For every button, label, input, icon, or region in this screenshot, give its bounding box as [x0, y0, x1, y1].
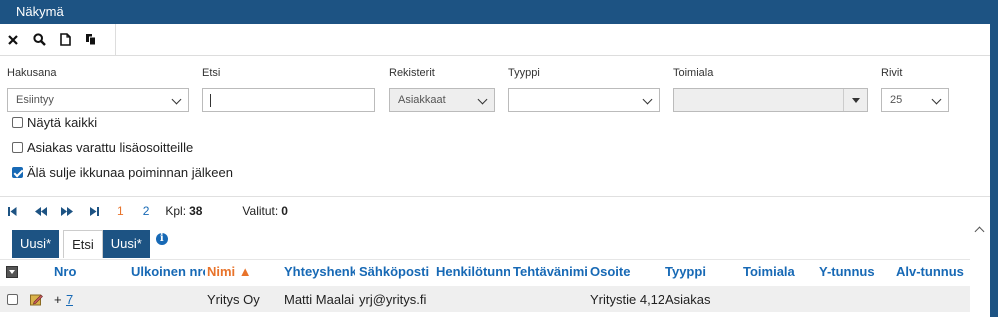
rivit-select[interactable]: 25	[881, 88, 949, 112]
column-header-sahkoposti[interactable]: Sähköposti	[359, 262, 433, 282]
column-header-y-tunnus[interactable]: Y-tunnus	[819, 262, 889, 282]
tyyppi-label: Tyyppi	[508, 67, 540, 79]
column-header-alv-tunnus[interactable]: Alv-tunnus	[896, 262, 970, 282]
reserved-label: Asiakas varattu lisäosoitteille	[27, 139, 194, 155]
toimiala-select[interactable]	[673, 88, 868, 112]
rekisterit-select[interactable]: Asiakkaat	[389, 88, 495, 112]
page-2-link[interactable]: 2	[143, 204, 150, 218]
toolbar-divider	[116, 55, 990, 56]
checkbox-box[interactable]	[12, 141, 23, 153]
column-header-yhteyshenkilo[interactable]: Yhteyshenkilö	[284, 262, 355, 282]
cell-osoite: Yritystie 4,12	[590, 292, 664, 307]
column-header-nro[interactable]: Nro	[54, 262, 94, 282]
checkbox-box[interactable]	[12, 116, 23, 128]
column-header-henkilotunnus[interactable]: Henkilötunnus	[436, 262, 510, 282]
keep-open-label: Älä sulje ikkunaa poiminnan jälkeen	[27, 164, 233, 180]
count-label: Kpl:	[165, 204, 187, 218]
tab-etsi[interactable]: Etsi	[63, 230, 103, 258]
rekisterit-value: Asiakkaat	[398, 94, 446, 106]
window-title: Näkymä	[16, 4, 64, 19]
checkbox-box-checked[interactable]	[12, 166, 23, 178]
search-icon[interactable]	[30, 31, 48, 49]
rekisterit-label: Rekisterit	[389, 67, 435, 79]
window-title-bar: Näkymä	[0, 0, 990, 24]
column-header-osoite[interactable]: Osoite	[590, 262, 650, 282]
caret-down-icon	[843, 89, 867, 111]
column-header-toimiala[interactable]: Toimiala	[743, 262, 813, 282]
row-nro-link[interactable]: 7	[66, 291, 73, 309]
tab-bar: Uusi* Etsi Uusi* i	[12, 230, 168, 258]
toolbar	[0, 24, 116, 56]
cell-tyyppi: Asiakas	[665, 292, 711, 307]
chevron-down-icon	[171, 94, 182, 105]
tyyppi-select[interactable]	[508, 88, 660, 112]
scroll-up-icon[interactable]	[972, 222, 988, 240]
select-all-menu-icon[interactable]	[6, 266, 18, 278]
chevron-down-icon	[642, 94, 653, 105]
hakusana-label: Hakusana	[7, 67, 57, 79]
chevron-down-icon	[931, 94, 942, 105]
new-document-icon[interactable]	[56, 31, 74, 49]
show-all-label: Näytä kaikki	[27, 114, 98, 130]
column-header-tyyppi[interactable]: Tyyppi	[665, 262, 725, 282]
pager: 1 2 Kpl: 38 Valitut: 0	[8, 203, 288, 219]
last-page-icon[interactable]	[90, 206, 99, 216]
first-page-icon[interactable]	[8, 206, 17, 216]
rivit-label: Rivit	[881, 67, 903, 79]
window-right-edge	[990, 0, 998, 317]
row-expand-toggle[interactable]: +	[54, 291, 62, 309]
etsi-label: Etsi	[202, 67, 221, 79]
previous-page-icon[interactable]	[35, 206, 47, 216]
info-icon[interactable]: i	[155, 233, 168, 245]
selected-value: 0	[281, 204, 288, 218]
rivit-value: 25	[890, 94, 903, 106]
reserved-checkbox[interactable]: Asiakas varattu lisäosoitteille	[12, 139, 193, 155]
keep-open-checkbox[interactable]: Älä sulje ikkunaa poiminnan jälkeen	[12, 164, 233, 180]
next-page-icon[interactable]	[61, 206, 73, 216]
edit-icon[interactable]	[30, 293, 43, 309]
table-top-border	[0, 259, 970, 260]
table-row[interactable]	[0, 286, 970, 312]
chevron-down-icon	[477, 94, 488, 105]
cell-yhteyshenkilo: Matti Maalai	[284, 292, 355, 307]
column-header-ulkoinen-nro[interactable]: Ulkoinen nro	[131, 262, 205, 282]
section-divider	[0, 196, 990, 197]
selected-label: Valitut:	[242, 204, 279, 218]
count-value: 38	[189, 204, 203, 218]
column-header-tehtavanimike[interactable]: Tehtävänimike	[513, 262, 587, 282]
page-1-link[interactable]: 1	[117, 204, 124, 218]
cell-nimi: Yritys Oy	[207, 292, 260, 307]
column-header-nimi[interactable]: Nimi ▲	[207, 262, 279, 282]
hakusana-select[interactable]: Esiintyy	[7, 88, 189, 112]
show-all-checkbox[interactable]: Näytä kaikki	[12, 114, 97, 130]
cell-sahkoposti: yrj@yritys.fi	[359, 292, 427, 307]
tab-uusi-2[interactable]: Uusi*	[102, 230, 150, 258]
hakusana-value: Esiintyy	[16, 94, 54, 106]
text-cursor	[210, 94, 211, 107]
etsi-input[interactable]	[202, 88, 375, 112]
copy-icon[interactable]	[82, 31, 100, 49]
toimiala-label: Toimiala	[673, 67, 714, 79]
close-icon[interactable]	[4, 31, 22, 49]
row-select-checkbox[interactable]	[7, 294, 18, 305]
tab-uusi-1[interactable]: Uusi*	[12, 230, 60, 258]
